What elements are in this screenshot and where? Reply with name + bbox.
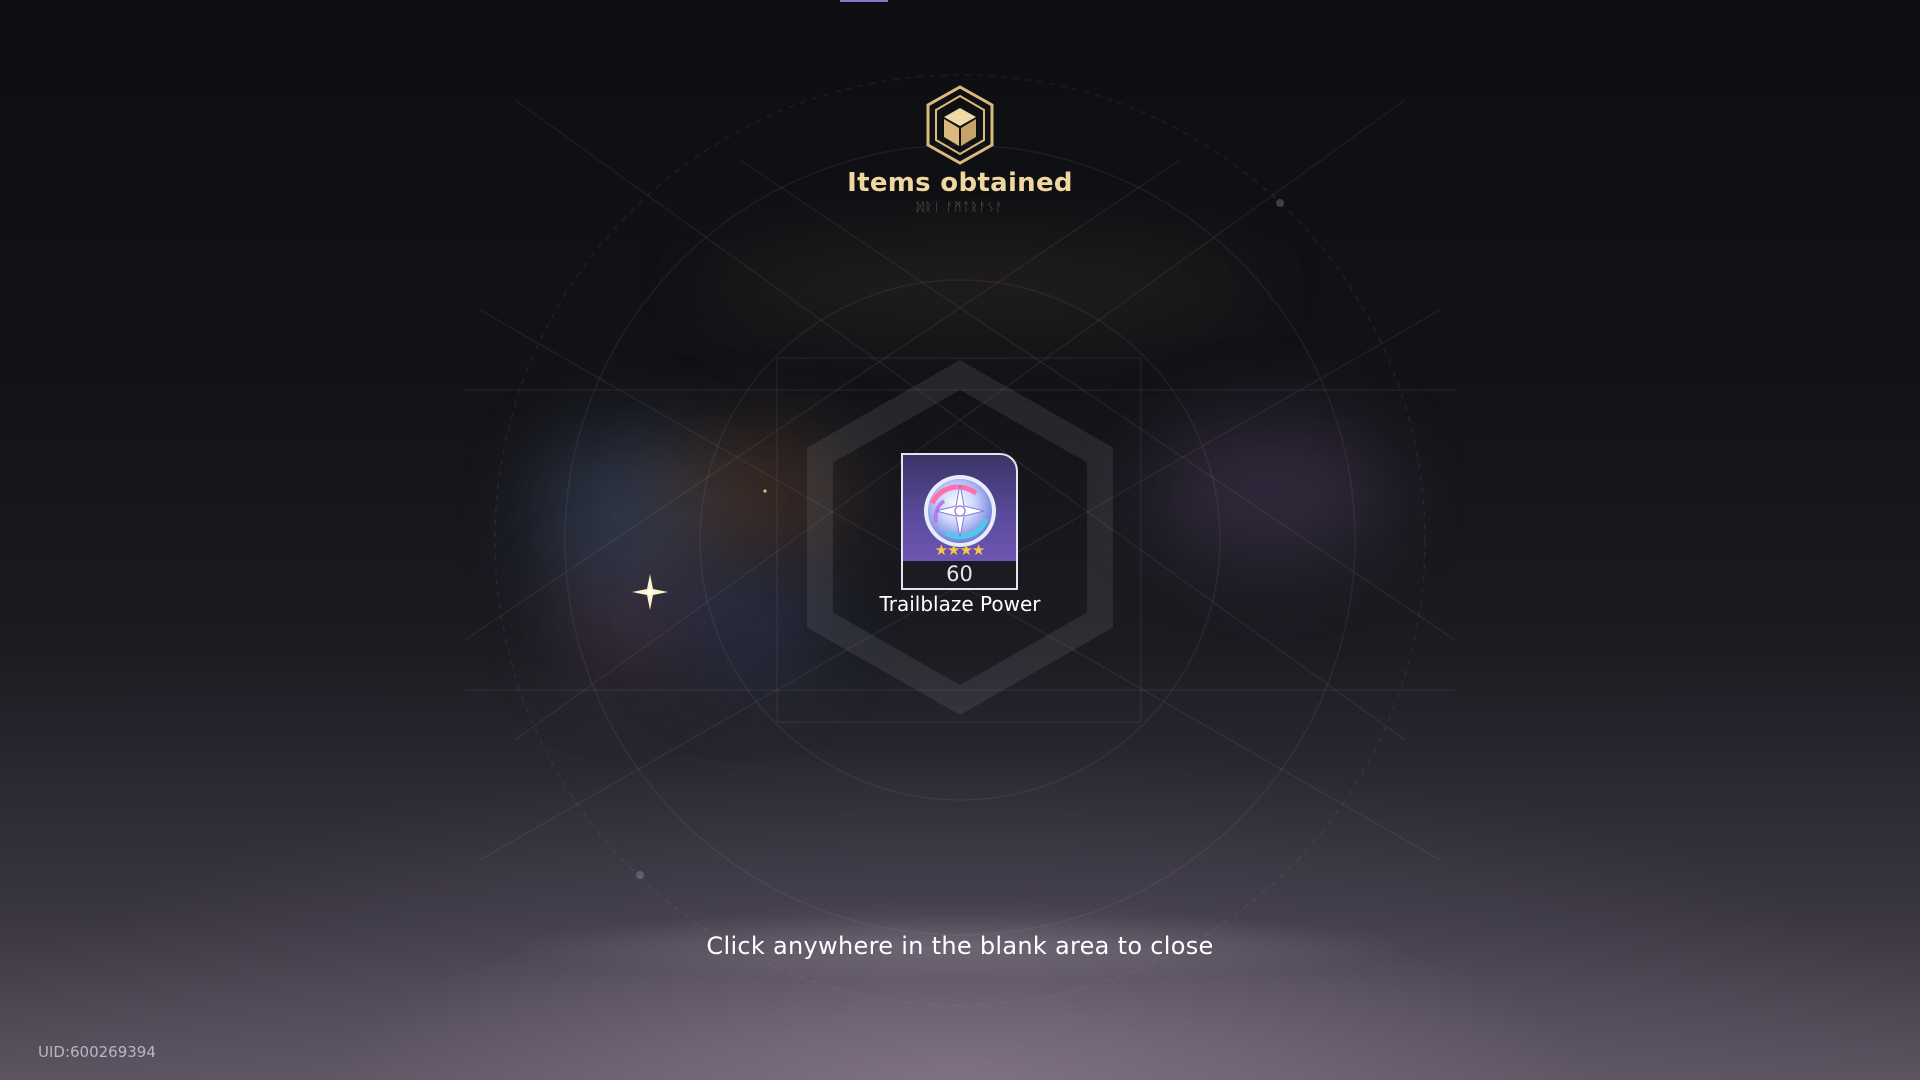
sparkle-icon — [632, 574, 668, 610]
reward-screen[interactable]: Items obtained ᛞᚱᛁ ᚨᛗᛏᚱᚨᛊᚨ ★★★★ 60 Trail… — [0, 0, 1920, 1080]
page-title: Items obtained — [847, 168, 1073, 198]
page-subtitle: ᛞᚱᛁ ᚨᛗᛏᚱᚨᛊᚨ — [916, 200, 1004, 214]
item-card[interactable]: ★★★★ 60 — [901, 453, 1018, 590]
item-quantity: 60 — [903, 561, 1016, 588]
top-accent-line — [840, 0, 888, 2]
item-box-icon — [926, 85, 994, 165]
header: Items obtained ᛞᚱᛁ ᚨᛗᛏᚱᚨᛊᚨ — [760, 84, 1160, 214]
close-hint[interactable]: Click anywhere in the blank area to clos… — [560, 932, 1360, 960]
item-name: Trailblaze Power — [879, 592, 1041, 616]
user-id-label: UID:600269394 — [38, 1043, 156, 1061]
trailblaze-power-icon — [924, 475, 996, 547]
rarity-stars: ★★★★ — [934, 541, 986, 559]
